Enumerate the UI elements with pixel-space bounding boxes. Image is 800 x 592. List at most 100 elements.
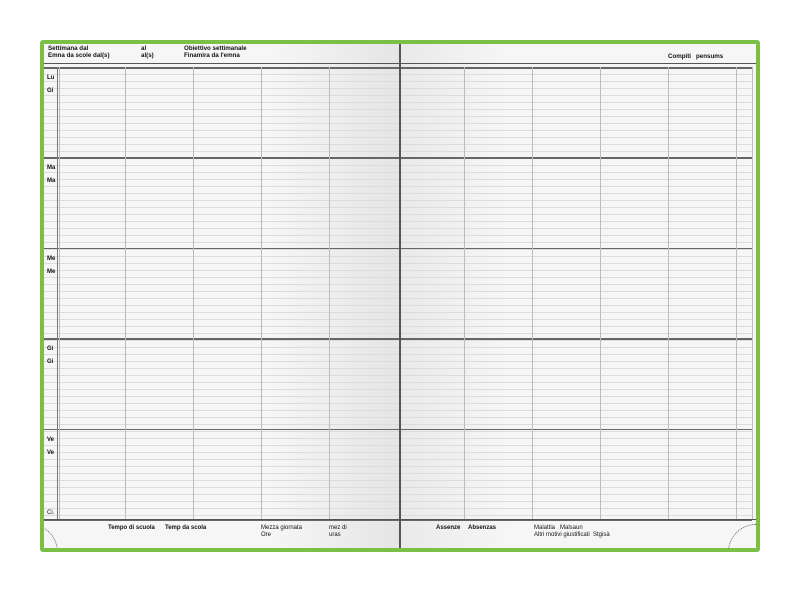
ruled-line: [400, 109, 752, 110]
ruled-line: [400, 410, 752, 411]
half-day-label-rm: mez di: [329, 525, 347, 531]
column-line: [532, 67, 533, 519]
left-page: Settimana dal Emna da scole dal(s) al al…: [44, 44, 400, 548]
ruled-line: [400, 389, 752, 390]
ruled-line: [400, 116, 752, 117]
ruled-line: [400, 172, 752, 173]
ruled-line: [44, 508, 400, 509]
ruled-line: [44, 81, 400, 82]
ruled-line: [400, 81, 752, 82]
ruled-line: [400, 284, 752, 285]
day-label-rm: Ma: [47, 178, 56, 185]
ruled-line: [44, 186, 400, 187]
column-line: [57, 67, 58, 519]
hours-label: Ore: [261, 532, 272, 538]
corner-cut-right: [728, 524, 756, 548]
ruled-line: [44, 298, 400, 299]
left-lined-grid: Lu Gi Ma Ma Me Me Gi Gi Ve Ve: [44, 67, 400, 521]
ruled-line: [44, 221, 400, 222]
ruled-line: [44, 319, 400, 320]
ruled-line: [44, 123, 400, 124]
ruled-line: [400, 256, 752, 257]
ruled-line: [44, 193, 400, 194]
day-separator: [400, 428, 752, 431]
ruled-line: [44, 102, 400, 103]
ruled-line: [44, 452, 400, 453]
ruled-line: [44, 340, 400, 341]
ruled-line: [44, 424, 400, 425]
ruled-line: [44, 284, 400, 285]
ruled-line: [44, 235, 400, 236]
ruled-line: [400, 354, 752, 355]
ruled-line: [44, 74, 400, 75]
ruled-line: [400, 382, 752, 383]
ruled-line: [44, 473, 400, 474]
ruled-line: [44, 291, 400, 292]
ruled-line: [400, 375, 752, 376]
ruled-line: [44, 403, 400, 404]
ruled-line: [44, 228, 400, 229]
to-label-rm: al(s): [141, 52, 154, 59]
ruled-line: [400, 361, 752, 362]
ruled-line: [400, 333, 752, 334]
day-separator: [400, 157, 752, 159]
ruled-line: [400, 186, 752, 187]
ruled-line: [400, 235, 752, 236]
ruled-line: [400, 277, 752, 278]
school-time-label: Tempo di scuola: [108, 525, 155, 531]
ruled-line: [400, 368, 752, 369]
ruled-line: [44, 116, 400, 117]
ruled-line: [44, 263, 400, 264]
day-separator: [44, 157, 400, 159]
ruled-line: [44, 256, 400, 257]
ruled-line: [400, 95, 752, 96]
ruled-line: [44, 459, 400, 460]
ruled-line: [44, 95, 400, 96]
weekly-goal-label: Obiettivo settimanale: [184, 45, 247, 52]
homework-label-rm: pensums: [696, 53, 724, 60]
day-label: Ma: [47, 165, 56, 172]
ruled-line: [400, 431, 752, 432]
ruled-line: [44, 305, 400, 306]
column-line: [125, 67, 126, 519]
day-label: Gi: [47, 346, 54, 353]
column-line: [736, 67, 737, 519]
ruled-line: [400, 137, 752, 138]
ruled-line: [44, 144, 400, 145]
column-line: [752, 67, 753, 519]
ruled-line: [44, 438, 400, 439]
ruled-line: [400, 291, 752, 292]
ruled-line: [400, 347, 752, 348]
ruled-line: [44, 214, 400, 215]
column-line: [600, 67, 601, 519]
ruled-line: [400, 193, 752, 194]
illness-label: Malattia: [534, 525, 556, 531]
ruled-line: [400, 228, 752, 229]
ruled-line: [400, 515, 752, 516]
ruled-line: [400, 144, 752, 145]
column-line: [59, 67, 60, 519]
ruled-line: [44, 354, 400, 355]
ruled-line: [400, 263, 752, 264]
footer-rule-right: [400, 519, 756, 520]
ruled-line: [44, 200, 400, 201]
ruled-line: [400, 88, 752, 89]
footer-rule: [44, 519, 400, 520]
ruled-line: [44, 312, 400, 313]
ruled-line: [400, 151, 752, 152]
ruled-line: [44, 410, 400, 411]
absences-label: Assenze: [436, 525, 461, 531]
ruled-line: [44, 137, 400, 138]
ruled-line: [44, 368, 400, 369]
ruled-line: [400, 130, 752, 131]
ruled-line: [400, 445, 752, 446]
day-label: Ve: [47, 436, 55, 443]
weekly-goal-label-rm: Finamira da l'emna: [184, 52, 240, 59]
ruled-line: [400, 326, 752, 327]
other-reasons-label-rm: Stgisà: [593, 532, 610, 538]
header-rule-right: [400, 63, 756, 64]
day-label-rm: Me: [47, 268, 56, 275]
half-day-label: Mezza giornata: [261, 525, 303, 531]
ruled-line: [44, 382, 400, 383]
ruled-line: [400, 270, 752, 271]
